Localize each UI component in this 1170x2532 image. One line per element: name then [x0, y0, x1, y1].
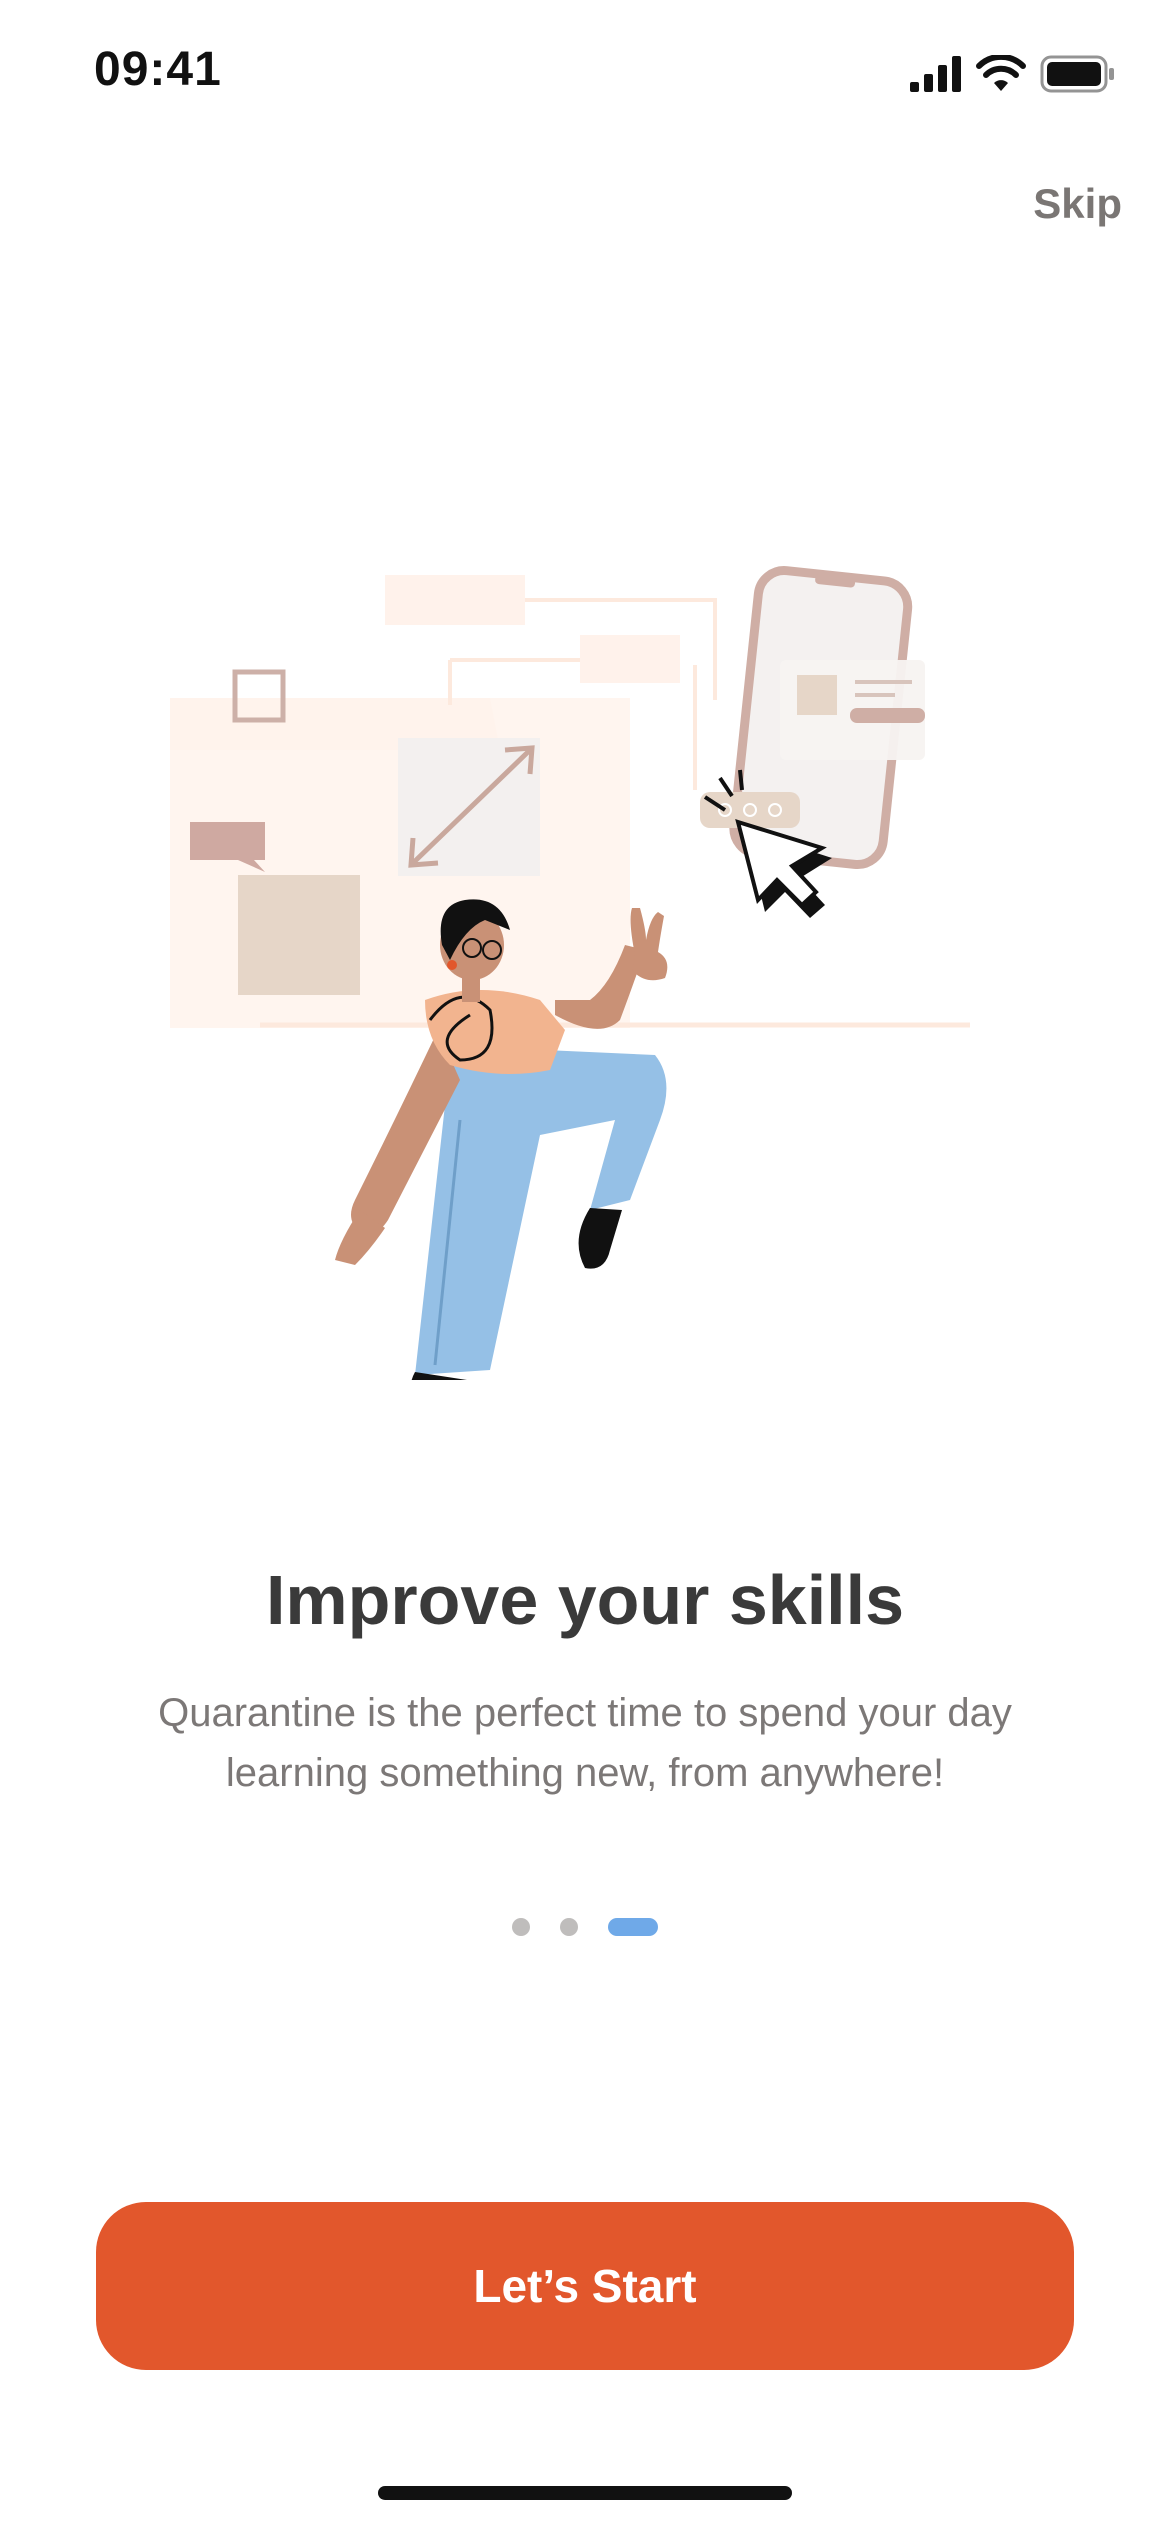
status-bar: 09:41 — [0, 0, 1170, 140]
onboarding-title: Improve your skills — [265, 1561, 905, 1639]
lets-start-button[interactable]: Let’s Start — [96, 2202, 1074, 2370]
pagination-dots — [0, 1918, 1170, 1936]
onboarding-description: Quarantine is the perfect time to spend … — [158, 1691, 1012, 1795]
pagination-dot-3-active[interactable] — [608, 1918, 658, 1936]
status-icons — [910, 52, 1116, 96]
cellular-signal-icon — [910, 56, 961, 92]
battery-icon — [1040, 55, 1114, 93]
pagination-dot-1[interactable] — [512, 1918, 530, 1936]
onboarding-illustration — [170, 566, 970, 1380]
wifi-icon — [976, 55, 1026, 91]
status-time: 09:41 — [94, 43, 222, 96]
skip-button[interactable]: Skip — [1033, 180, 1122, 228]
pagination-dot-2[interactable] — [560, 1918, 578, 1936]
home-indicator[interactable] — [378, 2486, 792, 2500]
lets-start-label: Let’s Start — [473, 2260, 697, 2312]
